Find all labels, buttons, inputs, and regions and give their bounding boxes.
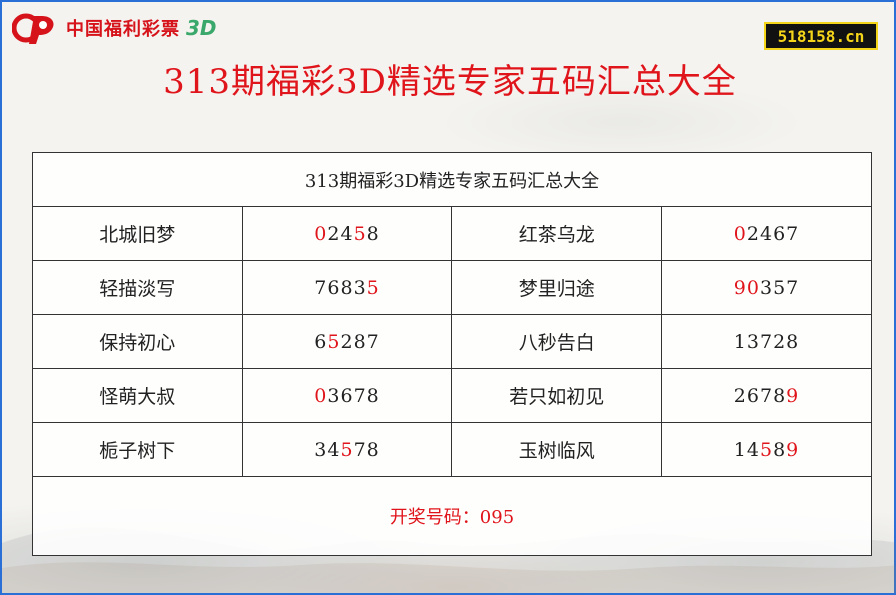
code-digit: 3: [353, 276, 367, 299]
code-digit: 5: [759, 438, 774, 461]
code-digit: 7: [759, 330, 774, 353]
expert-name: 梦里归途: [451, 260, 663, 315]
code-digit: 0: [733, 222, 747, 245]
code-digit: 8: [773, 384, 787, 407]
site-badge[interactable]: 518158.cn: [764, 22, 878, 50]
page-frame: 中国福利彩票 3D 518158.cn 313期福彩3D精选专家五码汇总大全 3…: [0, 0, 896, 595]
expert-code: 90357: [661, 260, 872, 315]
code-digit: 7: [353, 438, 367, 461]
expert-name: 轻描淡写: [32, 260, 243, 315]
table-header-row: 313期福彩3D精选专家五码汇总大全: [32, 152, 872, 207]
expert-name: 保持初心: [32, 314, 243, 369]
logo-3d-text: 3D: [186, 16, 217, 40]
code-digit: 3: [746, 330, 760, 353]
code-digit: 8: [353, 330, 367, 353]
code-digit: 3: [327, 384, 341, 407]
code-digit: 4: [340, 222, 354, 245]
logo-text: 中国福利彩票: [66, 19, 180, 40]
code-digit: 9: [786, 438, 800, 461]
expert-code: 76835: [241, 260, 453, 315]
table-row: 怪萌大叔 03678 若只如初见 26789: [32, 368, 872, 423]
expert-code: 14589: [661, 422, 872, 477]
code-digit: 2: [340, 330, 354, 353]
expert-code: 13728: [661, 314, 872, 369]
code-digit: 6: [746, 384, 760, 407]
expert-code: 26789: [661, 368, 872, 423]
lottery-logo: 中国福利彩票 3D: [12, 10, 217, 46]
code-digit: 8: [786, 330, 800, 353]
code-digit: 9: [786, 384, 800, 407]
table-header: 313期福彩3D精选专家五码汇总大全: [32, 152, 872, 207]
code-digit: 9: [733, 276, 747, 299]
code-digit: 2: [733, 384, 747, 407]
code-digit: 7: [786, 222, 800, 245]
code-digit: 8: [366, 222, 380, 245]
code-digit: 4: [327, 438, 341, 461]
expert-name: 红茶乌龙: [451, 206, 663, 261]
table-row: 轻描淡写 76835 梦里归途 90357: [32, 260, 872, 315]
code-digit: 5: [327, 330, 341, 353]
table-row: 保持初心 65287 八秒告白 13728: [32, 314, 872, 369]
code-digit: 2: [773, 330, 787, 353]
code-digit: 5: [366, 276, 380, 299]
code-digit: 1: [733, 330, 747, 353]
code-digit: 6: [773, 222, 787, 245]
code-digit: 3: [759, 276, 774, 299]
code-digit: 1: [733, 438, 747, 461]
code-digit: 7: [314, 276, 328, 299]
code-digit: 7: [759, 384, 774, 407]
code-digit: 8: [340, 276, 354, 299]
expert-name: 八秒告白: [451, 314, 663, 369]
code-digit: 6: [327, 276, 341, 299]
expert-name: 怪萌大叔: [32, 368, 243, 423]
code-digit: 6: [340, 384, 354, 407]
draw-result: 开奖号码：095: [32, 476, 872, 556]
code-digit: 0: [746, 276, 760, 299]
expert-code: 65287: [241, 314, 453, 369]
code-digit: 2: [746, 222, 760, 245]
expert-name: 玉树临风: [451, 422, 663, 477]
expert-name: 若只如初见: [451, 368, 663, 423]
code-digit: 8: [773, 438, 787, 461]
expert-table: 313期福彩3D精选专家五码汇总大全 北城旧梦 02458 红茶乌龙 02467 轻描淡…: [32, 152, 872, 556]
code-digit: 6: [314, 330, 328, 353]
expert-name: 栀子树下: [32, 422, 243, 477]
code-digit: 4: [746, 438, 760, 461]
code-digit: 2: [327, 222, 341, 245]
code-digit: 0: [314, 384, 328, 407]
code-digit: 7: [366, 330, 380, 353]
expert-code: 02458: [241, 206, 453, 261]
expert-code: 03678: [241, 368, 453, 423]
code-digit: 3: [314, 438, 328, 461]
table-row: 栀子树下 34578 玉树临风 14589: [32, 422, 872, 477]
code-digit: 8: [366, 438, 380, 461]
code-digit: 5: [340, 438, 354, 461]
code-digit: 7: [353, 384, 367, 407]
code-digit: 7: [786, 276, 800, 299]
expert-name: 北城旧梦: [32, 206, 243, 261]
code-digit: 5: [773, 276, 787, 299]
expert-code: 02467: [661, 206, 872, 261]
code-digit: 0: [314, 222, 328, 245]
expert-code: 34578: [241, 422, 453, 477]
table-row: 北城旧梦 02458 红茶乌龙 02467: [32, 206, 872, 261]
page-title: 313期福彩3D精选专家五码汇总大全: [163, 62, 737, 102]
lottery-logo-icon: [12, 13, 54, 44]
code-digit: 4: [759, 222, 774, 245]
table-footer-row: 开奖号码：095: [32, 476, 872, 556]
code-digit: 8: [366, 384, 380, 407]
code-digit: 5: [353, 222, 367, 245]
